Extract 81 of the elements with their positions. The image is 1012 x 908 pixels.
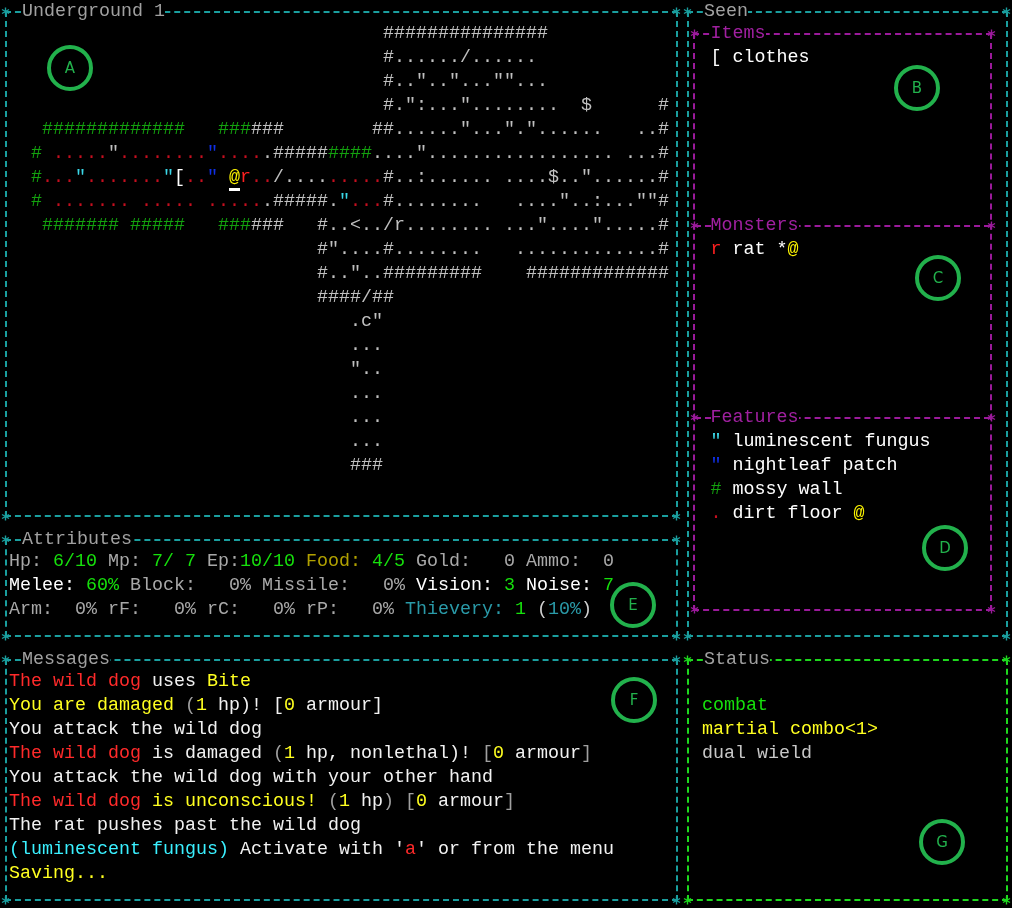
map-tiles: ### [251, 215, 284, 236]
seen-entry: . dirt floor @ [710, 501, 865, 526]
map-tiles: ### [218, 215, 251, 236]
callout-marker: A [47, 45, 93, 91]
attribute-line: Hp: 6/10 Mp: 7/ 7 Ep:10/10 Food: 4/5 Gold: 0 Ammo: 0 [9, 550, 614, 574]
map-tiles: #..".."...""... [382, 71, 548, 92]
seen-entry: # mossy wall [710, 477, 843, 502]
status-effect: martial combo<1> [702, 718, 878, 742]
callout-marker: D [922, 525, 968, 571]
map-tiles: " [75, 167, 86, 188]
callout-marker: E [610, 582, 656, 628]
map-tiles: ..... [53, 143, 108, 164]
message-line: You attack the wild dog with your other hand [9, 766, 493, 790]
seen-entry: " luminescent fungus [710, 429, 931, 454]
message-line: The wild dog is unconscious! (1 hp) [0 armour] [9, 790, 515, 814]
message-line: The wild dog is damaged (1 hp, nonlethal)! [0 armour] [9, 742, 592, 766]
map-tiles: ### [218, 119, 251, 140]
map-tiles: .. [185, 167, 207, 188]
map-tiles: ...."................. ...# [372, 143, 669, 164]
map-tiles: ..... [141, 191, 196, 212]
map-tiles: " [207, 167, 218, 188]
map-tiles: #.."..######### ############# [316, 263, 669, 284]
map-tiles: #.":..."........ $ # [382, 95, 669, 116]
map-tiles: ... [42, 167, 75, 188]
map-tiles: #### [328, 143, 372, 164]
map-tiles: ... [349, 335, 383, 356]
map-tiles: .##### [262, 143, 328, 164]
map-tiles: .c" [349, 311, 383, 332]
map-tiles: ... [350, 191, 383, 212]
map-tiles: ### [349, 455, 383, 476]
map-tiles: ############### [382, 23, 548, 44]
attribute-line: Arm: 0% rF: 0% rC: 0% rP: 0% Thievery: 1 (10%) [9, 598, 592, 622]
map-tiles: #"....#........ .............# [316, 239, 669, 260]
map-tiles: ..... [207, 191, 262, 212]
message-line: You attack the wild dog [9, 718, 262, 742]
message-line: The rat pushes past the wild dog [9, 814, 361, 838]
map-tiles: " [339, 191, 350, 212]
map-tiles: [ [174, 167, 185, 188]
status-effect: dual wield [702, 742, 812, 766]
callout-marker: G [919, 819, 965, 865]
map-tiles: .. [251, 167, 273, 188]
callout-marker: B [894, 65, 940, 111]
map-tiles: #..<../r........ ..."....".....# [317, 215, 669, 236]
status-effect: combat [702, 694, 768, 718]
map-tiles: ........ [119, 143, 207, 164]
map-tiles: .#####. [262, 191, 339, 212]
map-tiles: ... [349, 383, 383, 404]
map-tiles: ....... [53, 191, 130, 212]
message-line: You are damaged (1 hp)! [0 armour] [9, 694, 383, 718]
map-tiles: ############# [42, 119, 185, 140]
map-tiles: r [240, 167, 251, 188]
message-line: The wild dog uses Bite [9, 670, 251, 694]
map-tiles: " [108, 143, 119, 164]
map-tiles: .... [218, 143, 262, 164]
map-tiles: ##### [130, 215, 185, 236]
map-tiles: ... [349, 431, 383, 452]
callout-marker: F [611, 677, 657, 723]
map-tiles: ##......"..."."...... ..# [372, 119, 669, 140]
map-tiles: #..:...... ....$.."......# [383, 167, 669, 188]
callout-marker: C [915, 255, 961, 301]
map-tiles: #....../...... [382, 47, 537, 68]
message-line: (luminescent fungus) Activate with 'a' or from the menu [9, 838, 614, 862]
map-tiles: ..... [328, 167, 383, 188]
seen-entry: " nightleaf patch [710, 453, 898, 478]
map-tiles: # [31, 167, 42, 188]
map-tiles: ####/## [316, 287, 394, 308]
message-line: Saving... [9, 862, 108, 886]
map-tiles: " [207, 143, 218, 164]
map-tiles: /.... [273, 167, 328, 188]
map-tiles: ....... [86, 167, 163, 188]
seen-entry: r rat *@ [710, 237, 799, 262]
map-tiles: # [31, 143, 42, 164]
seen-entry: [ clothes [710, 45, 810, 70]
map-tiles: # [31, 191, 42, 212]
map-tiles: ... [349, 407, 383, 428]
map-tiles: " [163, 167, 174, 188]
map-tiles: @ [229, 167, 240, 191]
map-tiles: ####### [42, 215, 119, 236]
map-tiles: ### [251, 119, 284, 140]
map-tiles: ".. [349, 359, 383, 380]
map-tiles: #........ ...."..:...""# [383, 191, 669, 212]
